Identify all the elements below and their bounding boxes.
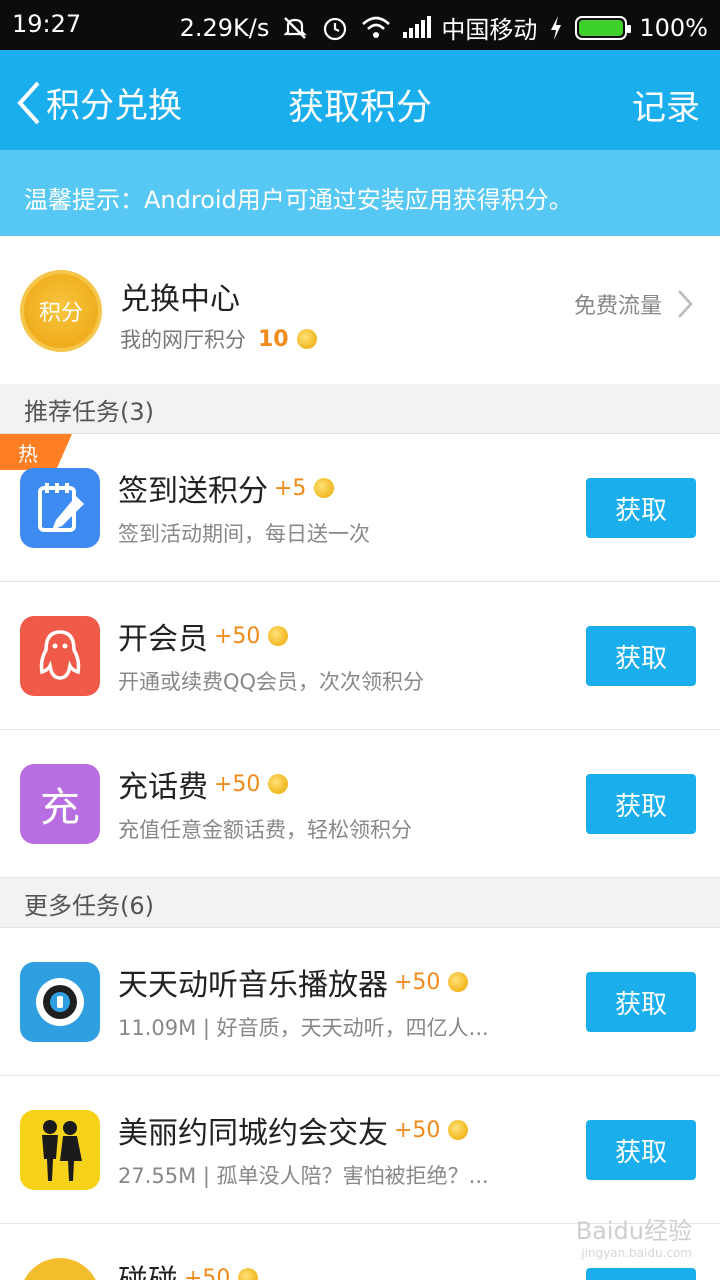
task-title: 美丽约同城约会交友 +50: [118, 1108, 469, 1152]
recharge-icon: 充: [20, 764, 100, 844]
task-title: 签到送积分 +5: [118, 466, 335, 510]
task-name: 签到送积分: [118, 474, 268, 509]
recharge-icon-label: 充: [40, 785, 80, 831]
free-traffic-label: 免费流量: [573, 294, 662, 319]
alarm-icon: [321, 14, 349, 42]
coin-icon: [238, 1268, 259, 1280]
get-points-button[interactable]: 获取: [586, 972, 696, 1032]
task-name: 碰碰: [118, 1256, 178, 1280]
wifi-icon: [361, 14, 391, 42]
task-row-vip[interactable]: 开会员 +50 开通或续费QQ会员，次次领积分 获取: [0, 582, 720, 730]
task-name: 美丽约同城约会交友: [118, 1116, 388, 1151]
task-bonus: +50: [184, 1265, 231, 1280]
task-title: 碰碰 +50: [118, 1256, 259, 1280]
get-points-button[interactable]: 获取: [586, 1268, 696, 1280]
task-row-recharge[interactable]: 充 充话费 +50 充值任意金额话费，轻松领积分 获取: [0, 730, 720, 878]
task-title: 天天动听音乐播放器 +50: [118, 960, 469, 1004]
network-speed: 2.29K/s: [179, 13, 270, 42]
coin-icon: [448, 1120, 469, 1140]
carrier-name: 中国移动: [441, 16, 538, 44]
mute-icon: [281, 14, 309, 42]
calendar-edit-icon: [20, 468, 100, 548]
ttpod-music-icon: [20, 962, 100, 1042]
get-points-button[interactable]: 获取: [586, 1120, 696, 1180]
task-bonus: +50: [394, 969, 441, 995]
coin-icon: [268, 626, 289, 646]
points-badge-icon: 积分: [20, 270, 102, 352]
task-name: 天天动听音乐播放器: [118, 968, 388, 1003]
couple-dating-icon: [20, 1110, 100, 1190]
exchange-center[interactable]: 积分 兑换中心 我的网厅积分 10 免费流量: [0, 236, 720, 384]
get-points-button[interactable]: 获取: [586, 774, 696, 834]
battery-percent: 100%: [639, 13, 708, 42]
status-right: 2.29K/s 中国移动 100%: [180, 10, 708, 45]
coin-icon: [448, 972, 469, 992]
exchange-subtitle: 我的网厅积分 10: [120, 324, 317, 354]
task-description: 充值任意金额话费，轻松领积分: [118, 818, 412, 842]
status-bar: 19:27 2.29K/s 中国移动 100%: [0, 0, 720, 50]
baidu-watermark: Baidu经验 jingyan.baidu.com: [576, 1211, 692, 1260]
hot-badge: 热: [0, 434, 72, 470]
watermark-url: jingyan.baidu.com: [581, 1246, 692, 1260]
my-points-label: 我的网厅积分: [120, 328, 246, 352]
watermark-brand: Baidu经验: [575, 1217, 692, 1245]
task-description: 27.55M | 孤单没人陪？害怕被拒绝？...: [118, 1164, 489, 1188]
signal-icon: [401, 14, 432, 42]
battery-level-fill: [579, 19, 624, 36]
get-points-button[interactable]: 获取: [586, 626, 696, 686]
coin-icon: [314, 478, 335, 498]
pengpeng-icon: [20, 1258, 100, 1280]
task-title: 开会员 +50: [118, 614, 289, 658]
task-name: 充话费: [118, 770, 208, 805]
task-row-dating[interactable]: 美丽约同城约会交友 +50 27.55M | 孤单没人陪？害怕被拒绝？... 获…: [0, 1076, 720, 1224]
battery-icon: [575, 15, 632, 40]
task-bonus: +50: [394, 1117, 441, 1143]
free-traffic-link[interactable]: 免费流量: [574, 288, 694, 320]
status-time: 19:27: [12, 10, 82, 38]
points-badge-label: 积分: [38, 301, 83, 326]
charging-icon: [549, 14, 563, 42]
task-bonus: +50: [214, 623, 261, 649]
my-points-value: 10: [258, 326, 289, 352]
chevron-right-icon: [678, 290, 693, 318]
task-name: 开会员: [118, 622, 208, 657]
task-bonus: +50: [214, 771, 261, 797]
page-title: 获取积分: [287, 87, 432, 128]
task-description: 签到活动期间，每日送一次: [118, 522, 370, 546]
get-points-button[interactable]: 获取: [586, 478, 696, 538]
task-description: 开通或续费QQ会员，次次领积分: [118, 670, 425, 694]
tip-banner: 温馨提示：Android用户可通过安装应用获得积分。: [0, 150, 720, 236]
exchange-title: 兑换中心: [120, 282, 240, 317]
coin-icon: [268, 774, 289, 794]
record-button[interactable]: 记录: [632, 80, 700, 129]
task-title: 充话费 +50: [118, 762, 289, 806]
more-section-header: 更多任务(6): [0, 878, 720, 928]
coin-icon: [296, 329, 317, 349]
qq-penguin-icon: [20, 616, 100, 696]
recommended-section-header: 推荐任务(3): [0, 384, 720, 434]
task-description: 11.09M | 好音质，天天动听，四亿人...: [118, 1016, 489, 1040]
title-bar: 积分兑换 获取积分 记录: [0, 50, 720, 150]
task-bonus: +5: [274, 475, 307, 501]
task-row-ttpod[interactable]: 天天动听音乐播放器 +50 11.09M | 好音质，天天动听，四亿人... 获…: [0, 928, 720, 1076]
task-row-checkin[interactable]: 热 签到送积分 +5 签到活动期间，每日送一次 获取: [0, 434, 720, 582]
